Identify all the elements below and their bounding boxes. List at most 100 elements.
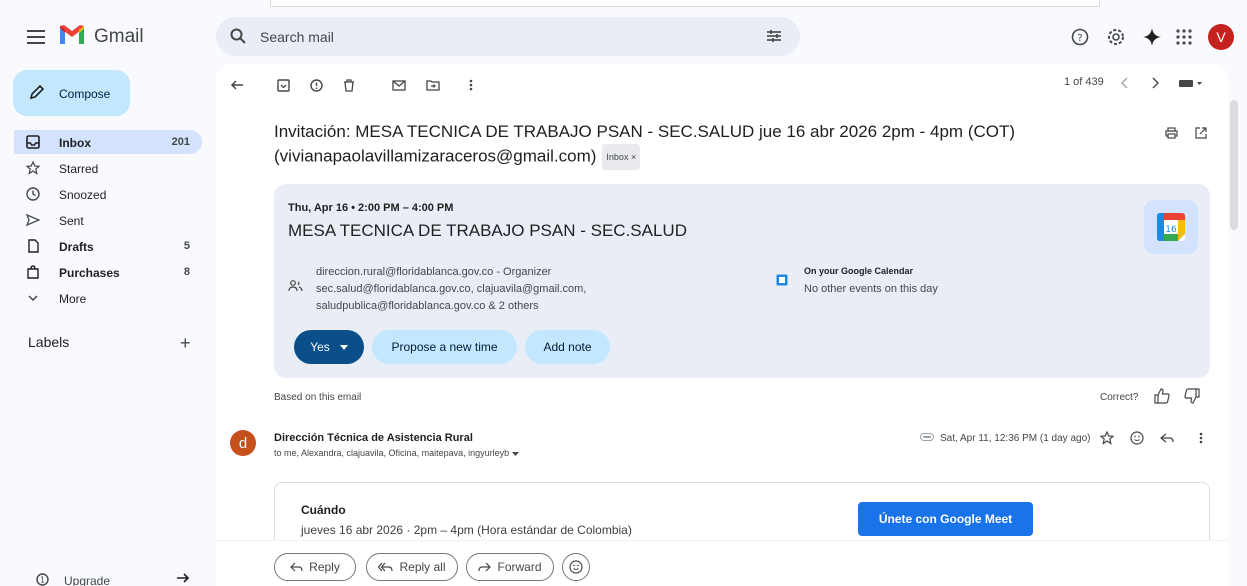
event-invite-card: Thu, Apr 16 • 2:00 PM – 4:00 PM MESA TEC… [274, 184, 1210, 378]
calendar-status: No other events on this day [804, 283, 938, 295]
people-icon [288, 280, 303, 292]
rsvp-yes-label: Yes [310, 340, 330, 354]
delete-icon[interactable] [342, 78, 356, 92]
sidebar-item-label: Drafts [59, 240, 94, 254]
more-vert-icon[interactable] [464, 78, 478, 92]
subject-line-2: (vivianapaolavillamizaraceros@gmail.com) [274, 146, 597, 166]
based-on-email-text: Based on this email [274, 392, 362, 403]
top-frame-line [270, 0, 1100, 7]
sidebar-item-sent[interactable]: Sent [14, 208, 202, 232]
sidebar-item-label: Starred [59, 162, 99, 176]
event-title: MESA TECNICA DE TRABAJO PSAN - SEC.SALUD [288, 221, 687, 240]
purchases-icon [26, 265, 40, 279]
star-icon[interactable] [1100, 431, 1114, 445]
move-to-icon[interactable] [426, 78, 440, 92]
recipients-line[interactable]: to me, Alexandra, clajuavila, Oficina, m… [274, 448, 519, 458]
arrow-right-icon[interactable] [176, 572, 190, 584]
message-panel: 1 of 439 Invitación: MESA TECNICA DE TRA… [216, 64, 1228, 586]
help-icon[interactable]: ? [1070, 27, 1090, 47]
thumbs-down-icon[interactable] [1184, 388, 1200, 404]
add-note-button[interactable]: Add note [525, 330, 610, 364]
when-value: jueves 16 abr 2026 · 2pm – 4pm (Hora est… [301, 523, 632, 537]
sidebar-item-count: 5 [183, 240, 190, 252]
app-brand[interactable]: Gmail [94, 26, 144, 48]
compose-button[interactable]: Compose [13, 70, 130, 116]
emoji-react-icon[interactable] [1130, 431, 1144, 445]
reply-label: Reply [309, 560, 340, 574]
reply-all-label: Reply all [399, 560, 446, 574]
propose-new-time-button[interactable]: Propose a new time [372, 330, 517, 364]
search-icon[interactable] [230, 28, 246, 44]
inbox-label-chip[interactable]: Inbox × [602, 144, 641, 170]
mark-unread-icon[interactable] [392, 78, 406, 92]
archive-icon[interactable] [276, 78, 290, 92]
chevron-right-icon[interactable] [1148, 76, 1162, 90]
when-label: Cuándo [301, 503, 346, 517]
inbox-icon [26, 135, 40, 149]
sidebar-item-purchases[interactable]: Purchases 8 [14, 260, 202, 284]
print-icon[interactable] [1164, 126, 1178, 140]
caret-down-icon [339, 344, 348, 350]
sidebar-item-drafts[interactable]: Drafts 5 [14, 234, 202, 258]
apps-grid-icon[interactable] [1174, 27, 1194, 47]
pagination-count: 1 of 439 [1064, 76, 1104, 88]
upgrade-icon: 1 [36, 573, 49, 586]
gmail-logo-icon[interactable] [58, 24, 86, 48]
forward-label: Forward [497, 560, 542, 574]
sidebar-item-label: Purchases [59, 266, 120, 280]
emoji-react-button[interactable] [562, 553, 590, 581]
caret-down-icon[interactable] [511, 452, 519, 456]
emoji-icon [569, 560, 583, 574]
reply-bar: Reply Reply all Forward [216, 540, 1228, 586]
sender-avatar: d [230, 430, 256, 456]
sidebar-item-count: 201 [171, 136, 190, 148]
guest-line[interactable]: saludpublica@floridablanca.gov.co & 2 ot… [316, 300, 539, 312]
menu-icon[interactable] [27, 28, 45, 46]
sender-name[interactable]: Dirección Técnica de Asistencia Rural [274, 432, 473, 444]
calendar-small-icon [776, 274, 788, 286]
back-arrow-icon[interactable] [230, 78, 244, 92]
svg-text:1: 1 [40, 576, 45, 585]
thumbs-up-icon[interactable] [1154, 388, 1170, 404]
gemini-sparkle-icon[interactable] [1142, 27, 1162, 47]
reply-icon[interactable] [1160, 431, 1174, 445]
forward-button[interactable]: Forward [466, 553, 554, 581]
input-tools-icon[interactable] [1178, 76, 1204, 90]
account-avatar[interactable]: V [1208, 24, 1234, 50]
search-options-icon[interactable] [766, 28, 782, 44]
search-bar[interactable]: Search mail [216, 17, 800, 56]
sidebar-item-label: Sent [59, 214, 84, 228]
add-label-button[interactable]: + [180, 333, 191, 354]
recipients-text: to me, Alexandra, clajuavila, Oficina, m… [274, 448, 510, 458]
forward-icon [478, 562, 492, 572]
send-icon [26, 213, 40, 227]
sidebar-item-count: 8 [183, 266, 190, 278]
reply-all-button[interactable]: Reply all [366, 553, 458, 581]
guest-organizer[interactable]: direccion.rural@floridablanca.gov.co - O… [316, 266, 551, 278]
sidebar-item-inbox[interactable]: Inbox 201 [14, 130, 202, 154]
reply-button[interactable]: Reply [274, 553, 356, 581]
join-google-meet-button[interactable]: Únete con Google Meet [858, 502, 1033, 536]
rsvp-yes-button[interactable]: Yes [294, 330, 364, 364]
report-spam-icon[interactable] [309, 78, 323, 92]
guest-line[interactable]: sec.salud@floridablanca.gov.co, clajuavi… [316, 283, 586, 295]
scrollbar-thumb[interactable] [1230, 100, 1238, 230]
sidebar-item-snoozed[interactable]: Snoozed [14, 182, 202, 206]
upgrade-link[interactable]: Upgrade [64, 574, 110, 586]
google-calendar-icon: 16 [1144, 200, 1198, 254]
settings-gear-icon[interactable] [1106, 27, 1126, 47]
correct-question: Correct? [1100, 392, 1139, 403]
draft-icon [26, 239, 40, 253]
sidebar-item-label: More [59, 292, 87, 306]
compose-label: Compose [59, 87, 111, 101]
more-vert-icon[interactable] [1194, 431, 1208, 445]
subject-line-1: Invitación: MESA TECNICA DE TRABAJO PSAN… [274, 122, 1016, 141]
sidebar-item-starred[interactable]: Starred [14, 156, 202, 180]
sidebar-item-more[interactable]: More [14, 286, 202, 310]
attachment-icon [920, 433, 934, 441]
email-subject: Invitación: MESA TECNICA DE TRABAJO PSAN… [274, 120, 1034, 170]
search-input[interactable]: Search mail [260, 29, 334, 45]
open-new-window-icon[interactable] [1194, 126, 1208, 140]
chevron-left-icon[interactable] [1118, 76, 1132, 90]
calendar-label: On your Google Calendar [804, 266, 914, 276]
